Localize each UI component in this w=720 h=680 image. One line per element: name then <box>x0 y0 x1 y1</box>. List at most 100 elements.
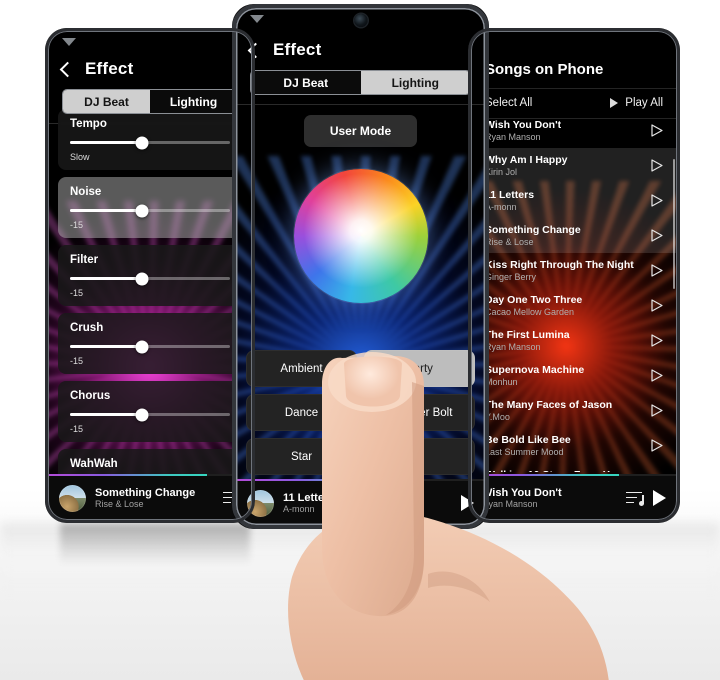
right-mini-player[interactable]: Wish You Don't Ryan Manson <box>471 474 677 520</box>
play-icon[interactable] <box>651 194 663 207</box>
song-title: The First Lumina <box>485 329 570 341</box>
song-artist: Rise & Lose <box>485 237 534 247</box>
effect-name: Noise <box>70 186 102 198</box>
effect-slider-list[interactable]: Tempo Slow Noise -15 Filter -15 Crush -15 Chorus… <box>48 109 252 500</box>
effect-value: -15 <box>70 424 84 434</box>
song-row[interactable]: The First Lumina Ryan Manson <box>471 323 677 358</box>
slider-knob[interactable] <box>135 136 149 149</box>
play-icon[interactable] <box>651 439 663 452</box>
effect-slider[interactable] <box>70 136 230 149</box>
effect-slider[interactable] <box>70 272 230 285</box>
lighting-mode-button[interactable]: Party <box>364 350 475 387</box>
song-list[interactable]: Wish You Don't Ryan Manson Why Am I Happy K… <box>471 113 677 472</box>
song-row[interactable]: Something Change Rise & Lose <box>471 218 677 253</box>
song-artist: A-monn <box>485 202 517 212</box>
song-artist: Monhun <box>485 377 518 387</box>
song-row[interactable]: Why Am I Happy Kirin Jol <box>471 148 677 183</box>
user-mode-row: User Mode <box>236 105 485 147</box>
slider-knob[interactable] <box>135 272 149 285</box>
song-title: Be Bold Like Bee <box>485 434 571 446</box>
song-row[interactable]: Wish You Don't Ryan Manson <box>471 113 677 148</box>
now-playing-title: 11 Letters <box>283 492 335 504</box>
play-icon[interactable] <box>651 369 663 382</box>
effect-value: -15 <box>70 220 84 230</box>
play-icon[interactable] <box>651 334 663 347</box>
song-row[interactable]: The Many Faces of Jason Y.Moo <box>471 393 677 428</box>
lighting-mode-button[interactable]: Thunder Bolt <box>364 394 475 431</box>
lighting-mode-button[interactable] <box>364 438 475 475</box>
play-icon[interactable] <box>651 159 663 172</box>
tab-lighting[interactable]: Lighting <box>360 71 470 94</box>
left-mini-player[interactable]: Something Change Rise & Lose <box>48 474 252 520</box>
page-title: Effect <box>273 40 322 59</box>
song-artist: Ryan Manson <box>485 342 541 352</box>
song-row[interactable]: Kiss Right Through The Night Ginger Berry <box>471 253 677 288</box>
user-mode-button[interactable]: User Mode <box>303 115 418 147</box>
center-status-bar <box>236 8 485 34</box>
right-phone-device: Songs on Phone Select All Play All Wish … <box>468 28 680 523</box>
play-icon[interactable] <box>461 495 474 511</box>
scrollbar-thumb[interactable] <box>673 159 675 289</box>
select-all-button[interactable]: Select All <box>485 97 532 109</box>
play-icon[interactable] <box>653 490 666 506</box>
play-icon[interactable] <box>651 229 663 242</box>
play-icon[interactable] <box>651 404 663 417</box>
tab-dj-beat[interactable]: DJ Beat <box>63 90 150 113</box>
effect-slider[interactable] <box>70 408 230 421</box>
slider-knob[interactable] <box>135 204 149 217</box>
effect-card[interactable]: Chorus -15 <box>58 381 242 442</box>
playlist-queue-icon[interactable] <box>626 491 644 506</box>
center-tabs: DJ Beat Lighting <box>236 70 485 104</box>
now-playing-title: Wish You Don't <box>482 487 562 499</box>
effect-card[interactable]: Noise -15 <box>58 177 242 238</box>
right-header: Songs on Phone <box>471 53 677 88</box>
play-all-label: Play All <box>625 97 663 109</box>
song-row[interactable]: Be Bold Like Bee Last Summer Mood <box>471 428 677 463</box>
effect-card[interactable]: Crush -15 <box>58 313 242 374</box>
color-wheel-picker[interactable] <box>293 169 428 303</box>
left-status-bar <box>48 31 252 53</box>
song-row[interactable]: Day One Two Three Cacao Mellow Garden <box>471 288 677 323</box>
slider-knob[interactable] <box>135 408 149 421</box>
lighting-mode-button[interactable]: Star <box>246 438 357 475</box>
effect-slider[interactable] <box>70 204 230 217</box>
back-chevron-icon[interactable] <box>247 42 264 58</box>
back-chevron-icon[interactable] <box>59 61 76 77</box>
song-row[interactable]: 11 Letters A-monn <box>471 183 677 218</box>
effect-value: -15 <box>70 356 84 366</box>
song-title: Kiss Right Through The Night <box>485 259 634 271</box>
left-phone-reflection <box>60 523 250 569</box>
effect-name: Crush <box>70 322 104 334</box>
play-icon[interactable] <box>651 124 663 137</box>
effect-name: WahWah <box>70 458 118 470</box>
song-title: Day One Two Three <box>485 294 583 306</box>
song-title: Something Change <box>485 224 581 236</box>
play-icon[interactable] <box>651 299 663 312</box>
lighting-mode-button[interactable]: Ambient <box>246 350 357 387</box>
slider-knob[interactable] <box>135 340 149 353</box>
center-phone-device: Effect DJ Beat Lighting User Mode Ambien… <box>232 4 489 529</box>
tab-dj-beat[interactable]: DJ Beat <box>251 71 361 94</box>
now-playing-artist: A-monn <box>283 504 315 514</box>
center-phone-screen: Effect DJ Beat Lighting User Mode Ambien… <box>236 8 485 525</box>
song-title: Wish You Don't <box>485 119 562 131</box>
play-icon <box>610 98 619 108</box>
effect-slider[interactable] <box>70 340 230 353</box>
song-title: 11 Letters <box>485 189 535 201</box>
lighting-mode-button[interactable]: Dance <box>246 394 357 431</box>
song-row[interactable]: Walking 10 Steps From YouA-monn <box>471 463 677 472</box>
play-icon[interactable] <box>651 264 663 277</box>
center-mini-player[interactable]: 11 Letters A-monn <box>236 479 485 525</box>
tab-lighting[interactable]: Lighting <box>150 90 237 113</box>
right-phone-screen: Songs on Phone Select All Play All Wish … <box>471 31 677 520</box>
song-artist: Cacao Mellow Garden <box>485 307 575 317</box>
song-title: Why Am I Happy <box>485 154 568 166</box>
now-playing-title: Something Change <box>95 487 196 499</box>
song-title: Walking 10 Steps From You <box>485 469 643 472</box>
song-row[interactable]: Supernova Machine Monhun <box>471 358 677 393</box>
effect-card[interactable]: Filter -15 <box>58 245 242 306</box>
front-camera-punchhole-icon <box>354 14 367 27</box>
play-all-button[interactable]: Play All <box>610 97 663 109</box>
lighting-mode-grid[interactable]: Ambient Party Dance Thunder Bolt Star <box>236 350 485 475</box>
page-title: Effect <box>85 59 134 78</box>
